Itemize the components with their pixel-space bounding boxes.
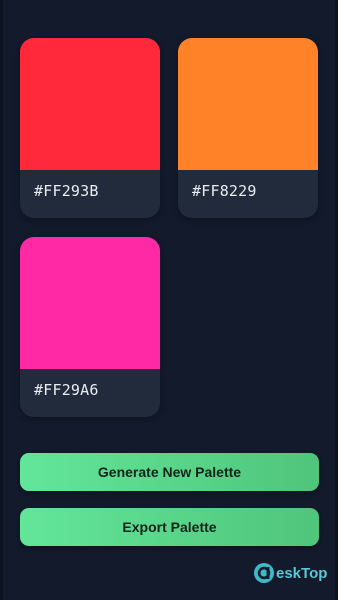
watermark-text: eskTop [276, 564, 328, 582]
screen-edge-left [0, 0, 3, 600]
color-swatch [178, 38, 318, 170]
color-hex-label: #FF8229 [192, 182, 257, 200]
color-card[interactable]: #FF8229 [178, 38, 318, 218]
app-screen: #FF293B #FF8229 #FF29A6 Generate New Pal… [0, 0, 338, 600]
color-swatch [20, 237, 160, 369]
color-card[interactable]: #FF293B [20, 38, 160, 218]
watermark-logo-icon [254, 563, 274, 583]
generate-palette-button[interactable]: Generate New Palette [20, 453, 319, 491]
color-hex-label: #FF29A6 [34, 381, 99, 399]
watermark: eskTop [253, 561, 327, 585]
color-card[interactable]: #FF29A6 [20, 237, 160, 417]
color-swatch [20, 38, 160, 170]
export-palette-button[interactable]: Export Palette [20, 508, 319, 546]
color-hex-label: #FF293B [34, 182, 99, 200]
